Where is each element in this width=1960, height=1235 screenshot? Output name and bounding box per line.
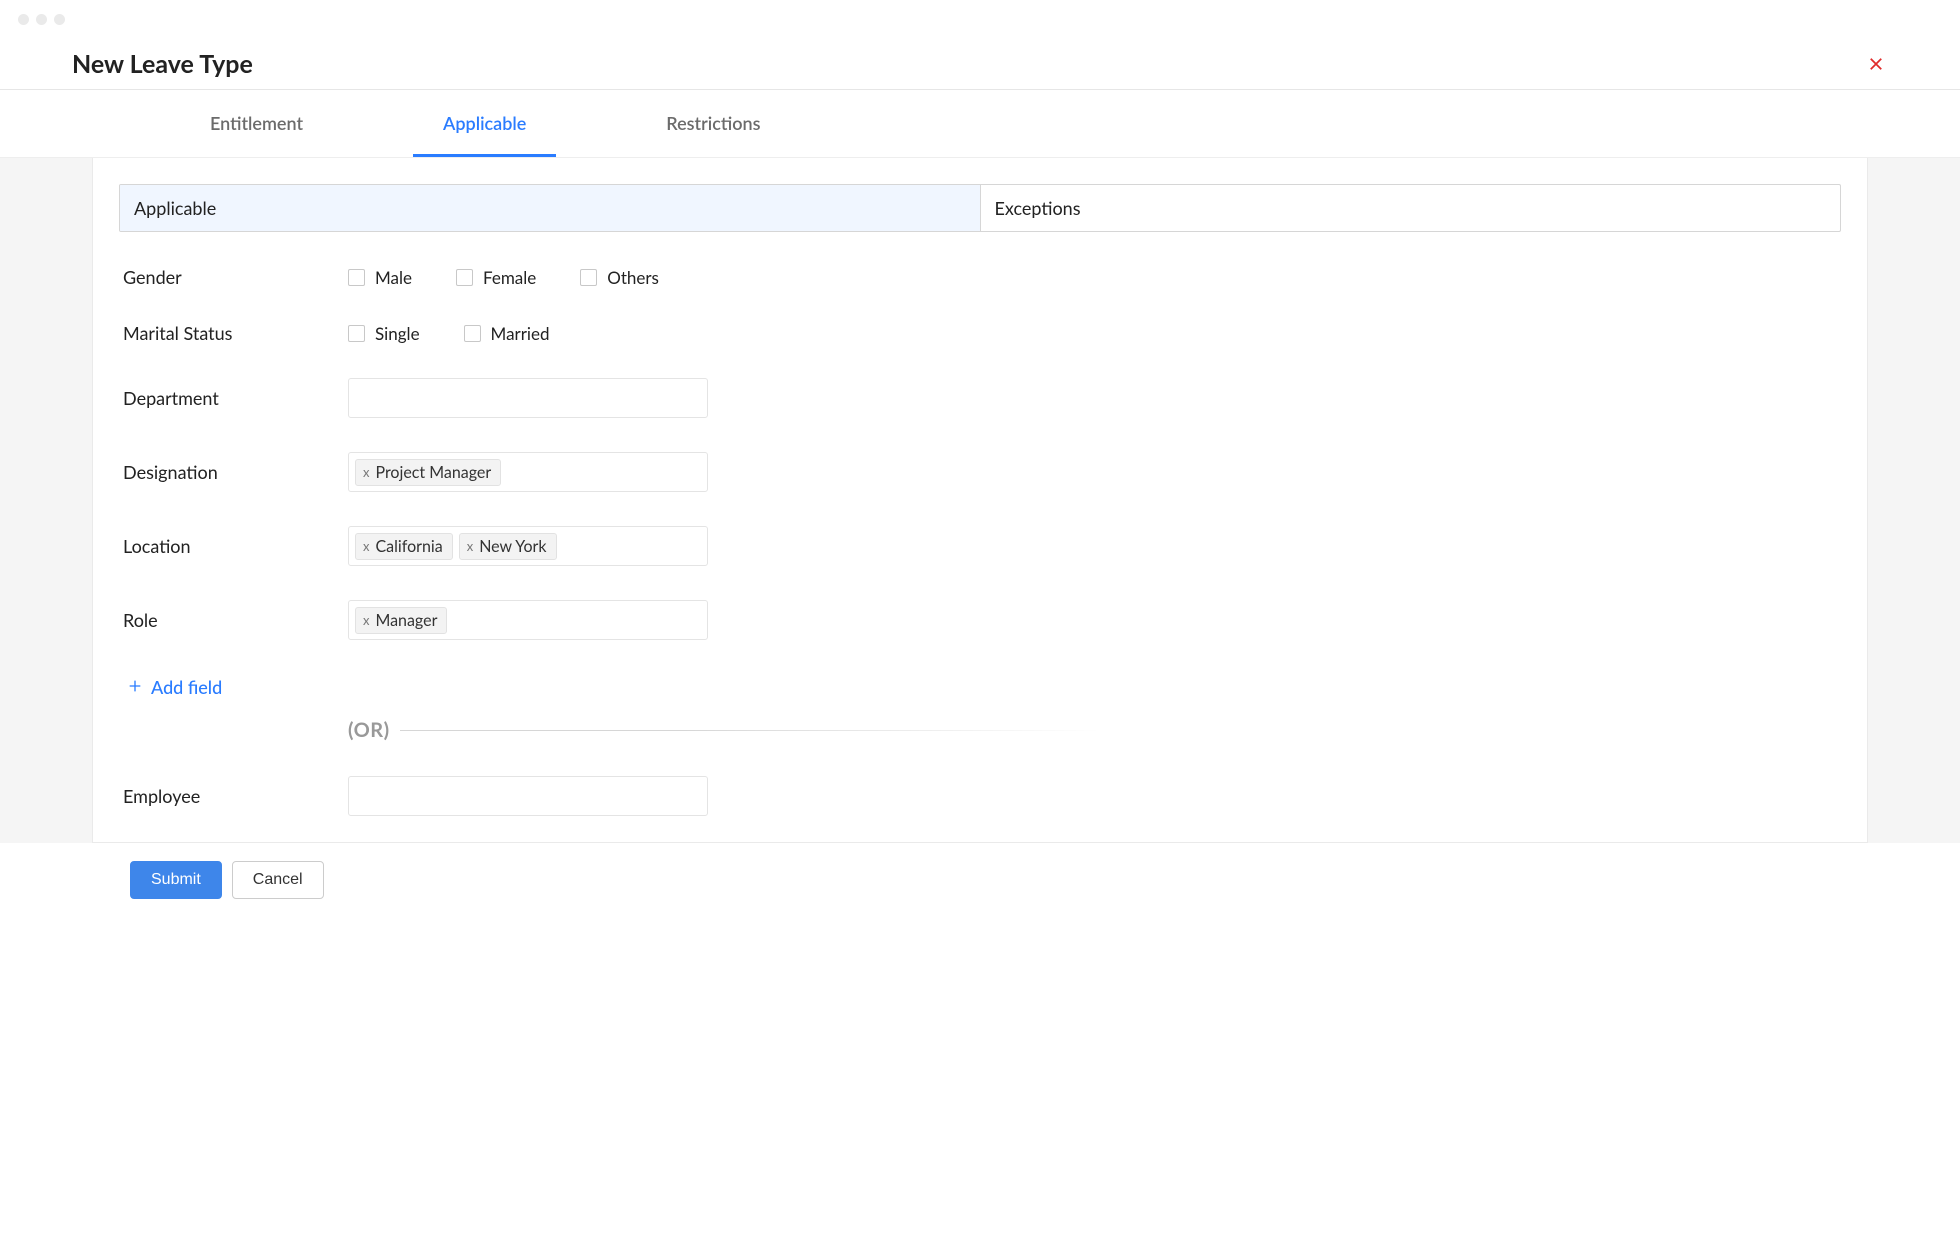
submit-button[interactable]: Submit: [130, 861, 222, 899]
row-location: Location x California x New York: [123, 526, 1841, 566]
gender-others-label: Others: [607, 267, 659, 288]
gender-female-label: Female: [483, 267, 536, 288]
tab-restrictions[interactable]: Restrictions: [636, 90, 790, 157]
checkbox-icon: [348, 325, 365, 342]
checkbox-icon: [456, 269, 473, 286]
gender-others-checkbox[interactable]: Others: [580, 267, 659, 288]
subtab-applicable[interactable]: Applicable: [119, 184, 981, 232]
tag: x New York: [459, 533, 557, 560]
tag: x California: [355, 533, 453, 560]
subtab-exceptions[interactable]: Exceptions: [980, 185, 1841, 231]
marital-married-checkbox[interactable]: Married: [464, 323, 550, 344]
designation-input[interactable]: x Project Manager: [348, 452, 708, 492]
row-employee: Employee: [123, 776, 1841, 816]
tag-label: Project Manager: [375, 463, 491, 482]
role-input[interactable]: x Manager: [348, 600, 708, 640]
gender-male-checkbox[interactable]: Male: [348, 267, 412, 288]
department-input[interactable]: [348, 378, 708, 418]
dot-icon: [54, 14, 65, 25]
gender-options: Male Female Others: [348, 267, 659, 288]
row-department: Department: [123, 378, 1841, 418]
tag-label: Manager: [375, 611, 437, 630]
checkbox-icon: [348, 269, 365, 286]
marital-status-label: Marital Status: [123, 322, 348, 344]
gender-label: Gender: [123, 266, 348, 288]
row-gender: Gender Male Female Others: [123, 266, 1841, 288]
primary-tabs: Entitlement Applicable Restrictions: [0, 90, 1960, 158]
tag-label: California: [375, 537, 442, 556]
form: Gender Male Female Others: [119, 266, 1841, 816]
checkbox-icon: [580, 269, 597, 286]
location-label: Location: [123, 535, 348, 557]
tag: x Project Manager: [355, 459, 501, 486]
add-field-button[interactable]: Add field: [123, 674, 1841, 712]
remove-tag-icon[interactable]: x: [363, 612, 369, 628]
close-icon[interactable]: [1864, 52, 1888, 76]
employee-input[interactable]: [348, 776, 708, 816]
or-divider: (OR): [348, 718, 1841, 742]
tab-entitlement[interactable]: Entitlement: [180, 90, 333, 157]
marital-married-label: Married: [491, 323, 550, 344]
page-header: New Leave Type: [0, 31, 1960, 90]
page-title: New Leave Type: [72, 49, 253, 79]
tag-label: New York: [479, 537, 546, 556]
marital-status-options: Single Married: [348, 323, 549, 344]
remove-tag-icon[interactable]: x: [363, 464, 369, 480]
employee-label: Employee: [123, 785, 348, 807]
marital-single-label: Single: [375, 323, 420, 344]
tag: x Manager: [355, 607, 447, 634]
footer-actions: Submit Cancel: [0, 843, 1960, 923]
row-marital-status: Marital Status Single Married: [123, 322, 1841, 344]
content-area: Applicable Exceptions Gender Male Female: [0, 158, 1960, 843]
department-label: Department: [123, 387, 348, 409]
dot-icon: [36, 14, 47, 25]
divider-line: [400, 730, 1100, 731]
gender-female-checkbox[interactable]: Female: [456, 267, 536, 288]
tab-applicable[interactable]: Applicable: [413, 90, 556, 157]
dot-icon: [18, 14, 29, 25]
window-traffic-lights: [0, 0, 1960, 31]
add-field-label: Add field: [151, 676, 222, 698]
location-input[interactable]: x California x New York: [348, 526, 708, 566]
cancel-button[interactable]: Cancel: [232, 861, 324, 899]
row-role: Role x Manager: [123, 600, 1841, 640]
sub-tabs: Applicable Exceptions: [119, 184, 1841, 232]
remove-tag-icon[interactable]: x: [467, 538, 473, 554]
role-label: Role: [123, 609, 348, 631]
checkbox-icon: [464, 325, 481, 342]
panel: Applicable Exceptions Gender Male Female: [92, 158, 1868, 843]
designation-label: Designation: [123, 461, 348, 483]
marital-single-checkbox[interactable]: Single: [348, 323, 420, 344]
row-designation: Designation x Project Manager: [123, 452, 1841, 492]
plus-icon: [127, 676, 143, 698]
gender-male-label: Male: [375, 267, 412, 288]
remove-tag-icon[interactable]: x: [363, 538, 369, 554]
or-text: (OR): [348, 718, 390, 742]
